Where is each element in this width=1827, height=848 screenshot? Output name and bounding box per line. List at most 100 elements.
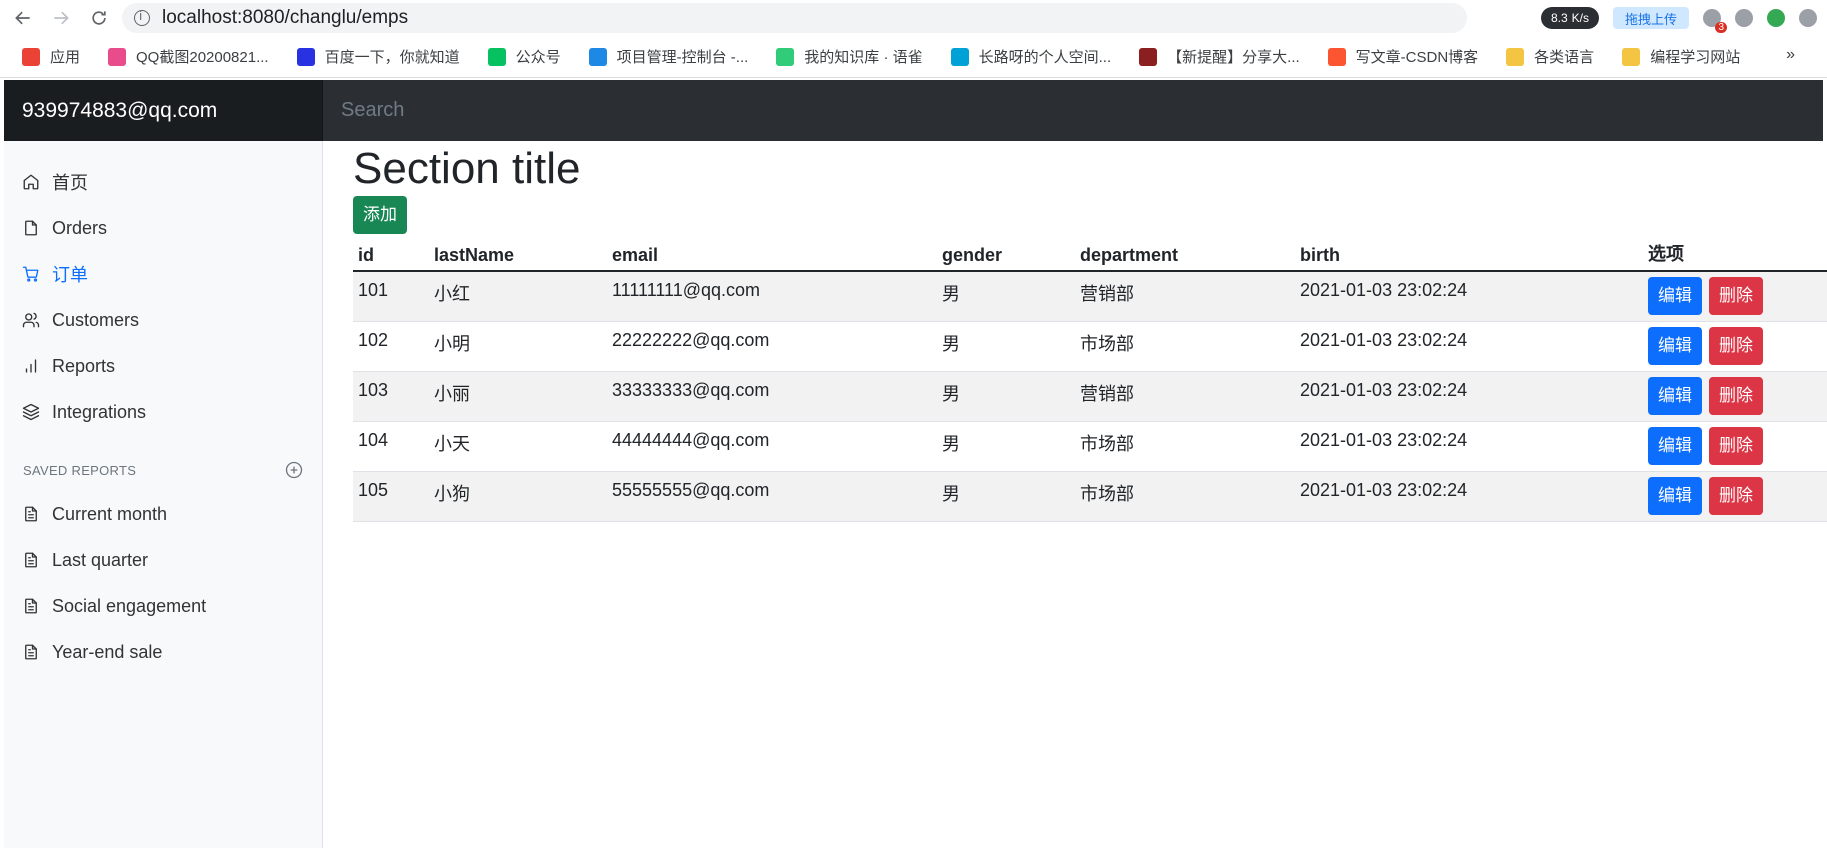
cell-actions: 编辑 删除 — [1643, 271, 1827, 322]
back-button[interactable] — [8, 3, 38, 33]
cell-id: 105 — [353, 471, 429, 522]
forward-button[interactable] — [46, 3, 76, 33]
edit-button[interactable]: 编辑 — [1648, 376, 1702, 415]
bookmark-icon — [776, 47, 795, 66]
bookmark-item[interactable]: 我的知识库 · 语雀 — [776, 46, 923, 67]
delete-button[interactable]: 删除 — [1709, 476, 1764, 515]
sidebar-item-label: Year-end sale — [52, 641, 163, 662]
bookmark-icon — [296, 47, 315, 66]
bookmark-label: 编程学习网站 — [1650, 49, 1741, 66]
edit-button[interactable]: 编辑 — [1648, 476, 1702, 515]
bookmark-icon — [1506, 47, 1525, 66]
cell-email: 33333333@qq.com — [607, 371, 937, 422]
cell-actions: 编辑 删除 — [1643, 371, 1827, 422]
reload-button[interactable] — [84, 3, 114, 33]
bookmarks-overflow-button[interactable]: » — [1786, 46, 1795, 64]
table-header-row: id lastName email gender department birt… — [353, 240, 1827, 272]
bookmark-icon — [1327, 47, 1346, 66]
sidebar-item-label: Orders — [52, 217, 108, 238]
table-row: 101 小红 11111111@qq.com 男营销部 2021-01-03 23:02… — [353, 271, 1827, 322]
bookmark-item[interactable]: 写文章-CSDN博客 — [1327, 46, 1478, 67]
cell-department: 营销部 — [1075, 271, 1295, 322]
sidebar-item[interactable]: Current month — [4, 491, 322, 537]
speed-unit: K/s — [1571, 11, 1589, 25]
sidebar-item[interactable]: Orders — [4, 205, 322, 251]
cell-email: 22222222@qq.com — [607, 321, 937, 372]
bookmark-icon — [108, 47, 127, 66]
address-bar[interactable]: localhost:8080/changlu/emps — [122, 3, 1467, 33]
arrow-left-icon — [15, 11, 30, 25]
file-text-icon — [25, 552, 37, 568]
sidebar-item[interactable]: Customers — [4, 297, 322, 343]
file-text-icon — [25, 598, 37, 614]
extension-icon[interactable] — [1767, 9, 1785, 27]
bookmark-icon — [1139, 47, 1158, 66]
sidebar-item[interactable]: Social engagement — [4, 583, 322, 629]
cell-gender: 男 — [937, 371, 1075, 422]
saved-reports-label: SAVED REPORTS — [23, 462, 137, 478]
bookmark-icon — [1622, 47, 1641, 66]
sidebar-item[interactable]: 首页 — [4, 159, 322, 205]
bookmark-item[interactable]: 应用 — [22, 46, 80, 67]
bookmark-label: 【新提醒】分享大... — [1167, 49, 1300, 66]
cell-actions: 编辑 删除 — [1643, 321, 1827, 372]
extension-icon[interactable] — [1735, 9, 1753, 27]
sidebar-item-label: Last quarter — [52, 549, 149, 570]
cell-lastname: 小丽 — [429, 371, 607, 422]
delete-button[interactable]: 删除 — [1709, 277, 1764, 315]
sidebar-item-label: Integrations — [52, 401, 147, 422]
cell-id: 104 — [353, 421, 429, 472]
delete-button[interactable]: 删除 — [1709, 426, 1764, 465]
add-button[interactable]: 添加 — [353, 196, 407, 234]
bookmark-item[interactable]: 公众号 — [487, 46, 561, 67]
column-header: id — [353, 240, 429, 272]
cell-birth: 2021-01-03 23:02:24 — [1295, 371, 1643, 422]
column-header: 选项 — [1643, 240, 1827, 272]
home-icon — [23, 174, 39, 190]
cell-lastname: 小明 — [429, 321, 607, 372]
cell-department: 营销部 — [1075, 371, 1295, 422]
net-speed-widget[interactable]: 8.3 K/s — [1540, 7, 1599, 29]
bookmark-item[interactable]: 编程学习网站 — [1622, 46, 1740, 67]
sidebar-item[interactable]: Last quarter — [4, 537, 322, 583]
table-row: 103 小丽 33333333@qq.com 男营销部 2021-01-03 23:02… — [353, 371, 1827, 422]
edit-button[interactable]: 编辑 — [1648, 426, 1702, 465]
bookmark-icon — [588, 47, 607, 66]
bookmark-label: 长路呀的个人空间... — [978, 49, 1112, 66]
upload-extension[interactable]: 拖拽上传 — [1612, 7, 1689, 29]
bookmark-item[interactable]: 各类语言 — [1506, 46, 1594, 67]
bookmark-icon — [22, 47, 40, 66]
brand[interactable]: 939974883@qq.com — [4, 80, 323, 141]
cart-icon — [22, 266, 39, 282]
cell-email: 11111111@qq.com — [607, 271, 937, 322]
file-icon — [25, 220, 37, 236]
cell-lastname: 小红 — [429, 271, 607, 322]
search-input[interactable] — [323, 80, 1823, 141]
edit-button[interactable]: 编辑 — [1648, 326, 1702, 365]
sidebar-item[interactable]: 订单 — [4, 251, 322, 297]
bookmark-item[interactable]: QQ截图20200821... — [108, 46, 269, 67]
bookmark-label: 我的知识库 · 语雀 — [804, 49, 923, 66]
delete-button[interactable]: 删除 — [1709, 326, 1764, 365]
sidebar-item-label: 首页 — [52, 173, 88, 193]
users-icon — [22, 312, 40, 328]
extension-icon[interactable]: 3 — [1703, 9, 1727, 33]
cell-actions: 编辑 删除 — [1643, 471, 1827, 522]
bookmark-item[interactable]: 项目管理-控制台 -... — [588, 46, 748, 67]
extension-icon[interactable] — [1799, 9, 1817, 27]
site-info-icon[interactable] — [134, 9, 150, 26]
bookmark-label: QQ截图20200821... — [136, 49, 269, 66]
sidebar-item[interactable]: Year-end sale — [4, 629, 322, 675]
sidebar-item-label: Social engagement — [52, 595, 207, 616]
sidebar-item[interactable]: Integrations — [4, 389, 322, 435]
bookmark-item[interactable]: 【新提醒】分享大... — [1139, 46, 1300, 67]
sidebar-item[interactable]: Reports — [4, 343, 322, 389]
extension-badge: 3 — [1715, 22, 1727, 33]
bookmark-item[interactable]: 长路呀的个人空间... — [950, 46, 1112, 67]
sidebar-item-label: Customers — [52, 309, 140, 330]
plus-circle-icon[interactable] — [284, 460, 304, 480]
bookmark-item[interactable]: 百度一下，你就知道 — [296, 46, 460, 67]
cell-department: 市场部 — [1075, 471, 1295, 522]
delete-button[interactable]: 删除 — [1709, 376, 1764, 415]
edit-button[interactable]: 编辑 — [1648, 277, 1702, 315]
